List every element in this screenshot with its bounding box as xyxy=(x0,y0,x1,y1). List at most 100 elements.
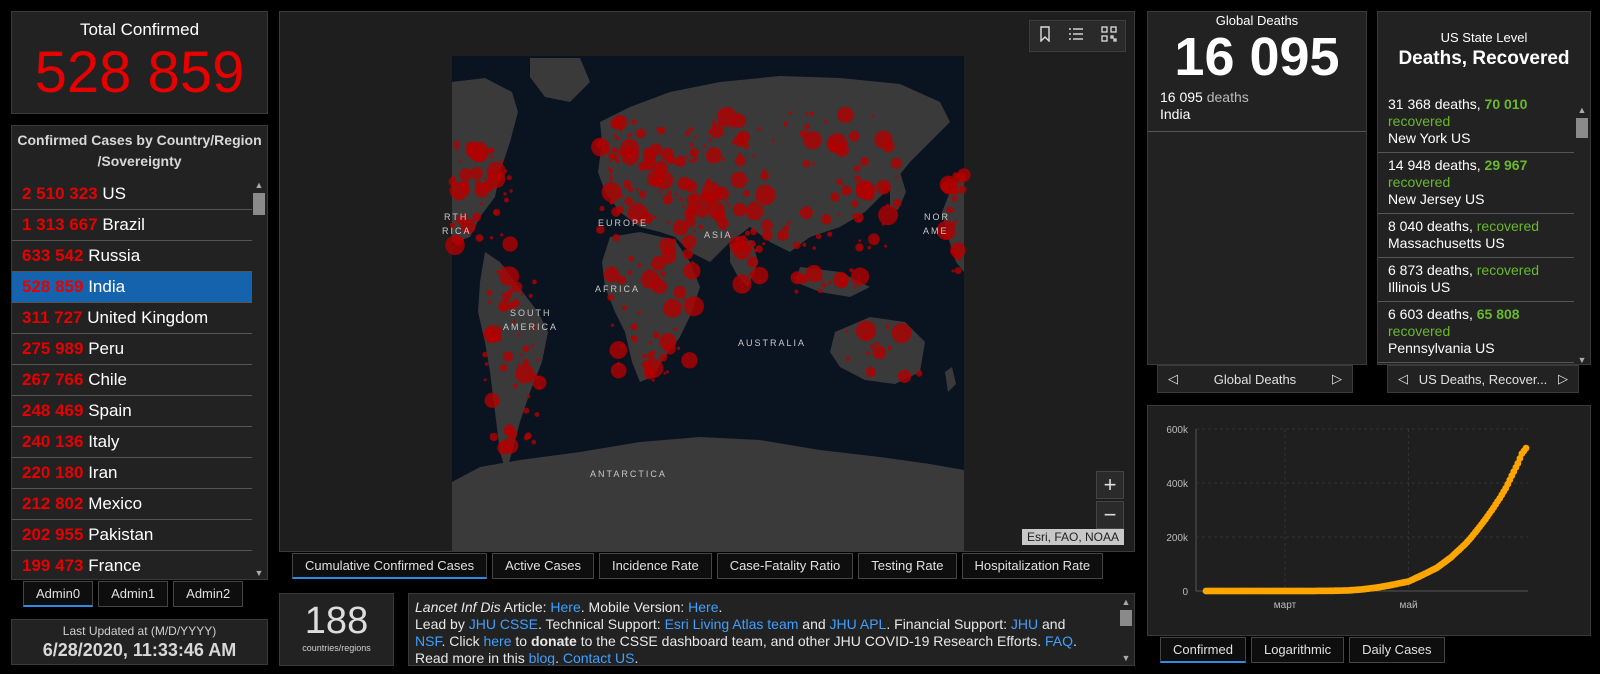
case-bubble[interactable] xyxy=(619,128,623,132)
case-bubble[interactable] xyxy=(745,230,751,236)
case-bubble[interactable] xyxy=(466,141,475,150)
case-bubble[interactable] xyxy=(638,310,642,315)
case-bubble[interactable] xyxy=(535,375,540,380)
case-bubble[interactable] xyxy=(752,154,756,158)
case-bubble[interactable] xyxy=(479,202,483,206)
case-bubble[interactable] xyxy=(637,263,642,268)
case-bubble[interactable] xyxy=(623,180,632,189)
case-bubble[interactable] xyxy=(682,248,694,260)
case-bubble[interactable] xyxy=(715,186,729,201)
case-bubble[interactable] xyxy=(673,327,678,331)
case-bubble[interactable] xyxy=(845,329,849,333)
case-bubble[interactable] xyxy=(841,185,852,196)
case-bubble[interactable] xyxy=(528,293,533,298)
case-bubble[interactable] xyxy=(855,320,877,342)
case-bubble[interactable] xyxy=(705,147,722,164)
case-bubble[interactable] xyxy=(805,111,809,115)
case-bubble[interactable] xyxy=(762,168,767,173)
case-bubble[interactable] xyxy=(611,207,621,217)
scroll-down-icon[interactable]: ▼ xyxy=(1575,354,1589,364)
case-bubble[interactable] xyxy=(884,244,887,248)
case-bubble[interactable] xyxy=(503,192,507,196)
case-bubble[interactable] xyxy=(611,147,618,153)
case-bubble[interactable] xyxy=(489,155,493,159)
case-bubble[interactable] xyxy=(714,218,718,222)
case-bubble[interactable] xyxy=(627,270,633,276)
case-bubble[interactable] xyxy=(613,133,617,137)
case-bubble[interactable] xyxy=(726,203,731,208)
case-bubble[interactable] xyxy=(607,294,615,301)
case-bubble[interactable] xyxy=(591,137,610,157)
case-bubble[interactable] xyxy=(606,166,610,170)
zoom-in-button[interactable]: + xyxy=(1096,471,1124,499)
case-bubble[interactable] xyxy=(658,190,662,194)
case-bubble[interactable] xyxy=(627,138,631,142)
case-bubble[interactable] xyxy=(897,369,912,383)
case-bubble[interactable] xyxy=(660,147,675,162)
tab-active-cases[interactable]: Active Cases xyxy=(492,553,594,579)
case-bubble[interactable] xyxy=(659,237,676,254)
case-bubble[interactable] xyxy=(483,176,487,180)
case-bubble[interactable] xyxy=(522,345,530,353)
scroll-thumb[interactable] xyxy=(1576,118,1588,138)
case-bubble[interactable] xyxy=(515,364,535,384)
case-bubble[interactable] xyxy=(674,192,678,196)
case-bubble[interactable] xyxy=(803,131,822,150)
case-bubble[interactable] xyxy=(621,147,639,166)
case-bubble[interactable] xyxy=(693,229,696,233)
case-bubble[interactable] xyxy=(684,216,696,228)
case-bubble[interactable] xyxy=(864,334,870,339)
case-bubble[interactable] xyxy=(499,364,508,372)
case-bubble[interactable] xyxy=(624,197,634,206)
tab-admin1[interactable]: Admin1 xyxy=(98,581,169,607)
nsf-link[interactable]: NSF xyxy=(415,633,441,649)
case-bubble[interactable] xyxy=(793,275,798,280)
case-bubble[interactable] xyxy=(497,440,511,455)
case-bubble[interactable] xyxy=(609,159,613,163)
case-bubble[interactable] xyxy=(799,206,813,220)
case-bubble[interactable] xyxy=(484,392,500,408)
case-bubble[interactable] xyxy=(824,119,828,124)
case-bubble[interactable] xyxy=(487,149,492,154)
case-bubble[interactable] xyxy=(680,185,684,189)
us-state-scrollbar[interactable]: ▲ ▼ xyxy=(1575,104,1589,364)
case-bubble[interactable] xyxy=(783,121,789,127)
case-bubble[interactable] xyxy=(506,175,512,181)
case-bubble[interactable] xyxy=(890,157,902,169)
chevron-left-icon[interactable]: ◁ xyxy=(1398,371,1408,387)
us-state-row[interactable]: 31 368 deaths, 70 010 recovered New York U… xyxy=(1378,92,1574,153)
case-bubble[interactable] xyxy=(611,153,617,159)
case-bubble[interactable] xyxy=(811,161,815,166)
case-bubble[interactable] xyxy=(698,224,704,230)
case-bubble[interactable] xyxy=(951,269,955,273)
case-bubble[interactable] xyxy=(885,324,890,329)
case-bubble[interactable] xyxy=(852,214,856,218)
country-row[interactable]: 267 766 Chile xyxy=(12,365,253,396)
case-bubble[interactable] xyxy=(817,288,823,294)
case-bubble[interactable] xyxy=(689,158,694,163)
case-bubble[interactable] xyxy=(743,190,750,197)
case-bubble[interactable] xyxy=(866,351,871,356)
us-state-row[interactable]: 14 948 deaths, 29 967 recovered New Jersey… xyxy=(1378,153,1574,214)
case-bubble[interactable] xyxy=(666,190,673,196)
case-bubble[interactable] xyxy=(684,130,691,137)
case-bubble[interactable] xyxy=(617,149,624,156)
case-bubble[interactable] xyxy=(638,161,648,172)
case-bubble[interactable] xyxy=(716,106,737,128)
case-bubble[interactable] xyxy=(694,204,709,218)
case-bubble[interactable] xyxy=(683,297,687,301)
case-bubble[interactable] xyxy=(761,229,773,241)
case-bubble[interactable] xyxy=(640,270,660,289)
scroll-down-icon[interactable]: ▼ xyxy=(1119,652,1133,664)
case-bubble[interactable] xyxy=(654,160,668,175)
case-bubble[interactable] xyxy=(609,174,613,178)
list-icon[interactable] xyxy=(1068,26,1084,47)
case-bubble[interactable] xyxy=(882,137,887,141)
scroll-up-icon[interactable]: ▲ xyxy=(1575,104,1589,116)
case-bubble[interactable] xyxy=(874,341,879,346)
case-bubble[interactable] xyxy=(857,219,861,223)
case-bubble[interactable] xyxy=(860,157,869,166)
case-bubble[interactable] xyxy=(721,158,726,162)
case-bubble[interactable] xyxy=(837,106,854,124)
article-link[interactable]: Here xyxy=(550,599,580,615)
